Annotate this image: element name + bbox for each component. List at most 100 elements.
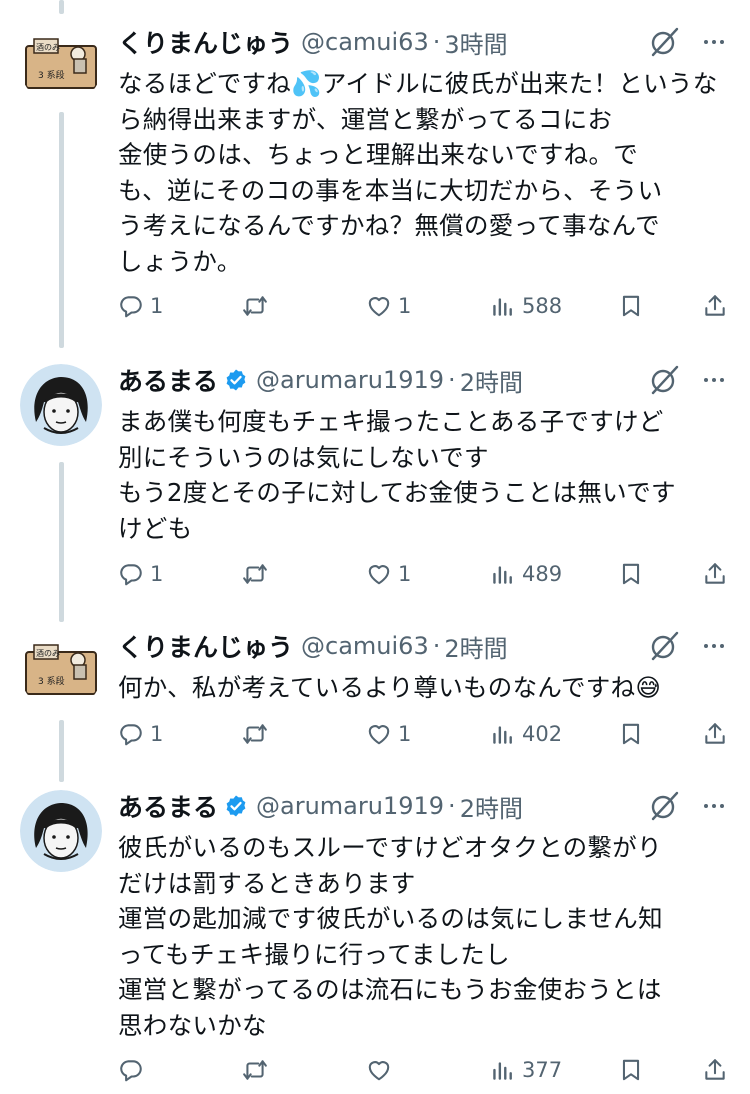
separator-dot: · [448, 366, 456, 394]
repost-icon [242, 293, 268, 319]
like-button[interactable]: 1 [366, 554, 411, 594]
display-name[interactable]: あるまる [118, 788, 218, 824]
reply-button[interactable]: 1 [118, 554, 163, 594]
tweet-header: あるまる @arumaru1919 · 2時間 [118, 786, 630, 826]
separator-dot: · [448, 792, 456, 820]
like-icon [366, 293, 392, 319]
face-sketch-avatar[interactable] [20, 364, 102, 446]
views-button[interactable]: 402 [490, 714, 562, 754]
repost-button[interactable] [242, 554, 274, 594]
views-count: 377 [522, 1058, 563, 1082]
verified-badge-icon[interactable] [224, 368, 248, 392]
like-icon [366, 1057, 392, 1083]
user-handle[interactable]: @camui63 [301, 632, 429, 660]
avatar-sign-text: 酒のみ [36, 649, 60, 658]
tweet-text: 何か、私が考えているより尊いものなんですね😅 [118, 673, 662, 702]
avatar-sign-text: 3 系段 [38, 675, 65, 687]
like-button[interactable]: 1 [366, 714, 411, 754]
share-button[interactable] [702, 554, 728, 594]
like-button[interactable] [366, 1050, 398, 1090]
display-name[interactable]: あるまる [118, 362, 218, 398]
display-name[interactable]: くりまんじゅう [118, 628, 293, 664]
views-count: 588 [522, 294, 563, 318]
share-button[interactable] [702, 1050, 728, 1090]
like-icon [366, 561, 392, 587]
timestamp[interactable]: 2時間 [460, 363, 523, 398]
user-handle[interactable]: @arumaru1919 [256, 792, 444, 820]
bookmark-icon [618, 293, 644, 319]
repost-button[interactable] [242, 1050, 274, 1090]
reply-count: 1 [150, 722, 164, 746]
share-icon [702, 721, 728, 747]
more-icon[interactable] [698, 26, 730, 58]
thread-line-top [59, 0, 64, 14]
views-button[interactable]: 588 [490, 286, 562, 326]
more-icon[interactable] [698, 790, 730, 822]
grok-icon[interactable] [648, 630, 680, 662]
share-button[interactable] [702, 286, 728, 326]
tweet-actions: 1 1 402 [118, 714, 730, 754]
reply-button[interactable]: 1 [118, 714, 163, 754]
bookmark-icon [618, 721, 644, 747]
grok-icon[interactable] [648, 26, 680, 58]
reply-icon [118, 1057, 144, 1083]
more-icon[interactable] [698, 364, 730, 396]
reply-icon [118, 293, 144, 319]
manju-sign-avatar[interactable]: 酒のみ 3 系段 [20, 630, 102, 712]
more-icon[interactable] [698, 630, 730, 662]
reply-count: 1 [150, 294, 164, 318]
timestamp[interactable]: 2時間 [460, 789, 523, 824]
views-icon [490, 1057, 516, 1083]
tweet-header: くりまんじゅう @camui63 · 2時間 [118, 626, 630, 666]
tweet-actions: 377 [118, 1050, 730, 1090]
avatar-sign-text: 3 系段 [38, 69, 65, 81]
tweet-header: くりまんじゅう @camui63 · 3時間 [118, 22, 630, 62]
bookmark-button[interactable] [618, 286, 644, 326]
thread-line-3 [59, 720, 64, 782]
timestamp[interactable]: 3時間 [444, 25, 507, 60]
separator-dot: · [432, 28, 441, 56]
tweet-actions: 1 1 588 [118, 286, 730, 326]
bookmark-icon [618, 1057, 644, 1083]
views-icon [490, 561, 516, 587]
repost-icon [242, 721, 268, 747]
views-button[interactable]: 377 [490, 1050, 562, 1090]
user-handle[interactable]: @arumaru1919 [256, 366, 444, 394]
bookmark-button[interactable] [618, 714, 644, 754]
face-sketch-avatar[interactable] [20, 790, 102, 872]
like-count: 1 [398, 562, 412, 586]
views-icon [490, 721, 516, 747]
manju-sign-avatar[interactable]: 酒のみ 3 系段 [20, 24, 102, 106]
tweet-text: まあ僕も何度もチェキ撮ったことある子ですけど 別にそういうのは気にしないです も… [118, 407, 676, 543]
reply-count: 1 [150, 562, 164, 586]
display-name[interactable]: くりまんじゅう [118, 24, 293, 60]
views-count: 402 [522, 722, 563, 746]
reply-button[interactable]: 1 [118, 286, 163, 326]
share-icon [702, 1057, 728, 1083]
bookmark-button[interactable] [618, 1050, 644, 1090]
share-button[interactable] [702, 714, 728, 754]
avatar-sign-text: 酒のみ [36, 43, 60, 52]
grok-icon[interactable] [648, 790, 680, 822]
tweet-header: あるまる @arumaru1919 · 2時間 [118, 360, 630, 400]
tweet-text: 彼氏がいるのもスルーですけどオタクとの繋がり だけは罰するときあります 運営の匙… [118, 833, 663, 1040]
repost-icon [242, 1057, 268, 1083]
repost-button[interactable] [242, 286, 274, 326]
like-count: 1 [398, 722, 412, 746]
views-button[interactable]: 489 [490, 554, 562, 594]
user-handle[interactable]: @camui63 [301, 28, 429, 56]
repost-button[interactable] [242, 714, 274, 754]
separator-dot: · [432, 632, 441, 660]
bookmark-button[interactable] [618, 554, 644, 594]
verified-badge-icon[interactable] [224, 794, 248, 818]
views-count: 489 [522, 562, 563, 586]
share-icon [702, 561, 728, 587]
share-icon [702, 293, 728, 319]
reply-icon [118, 561, 144, 587]
reply-button[interactable] [118, 1050, 150, 1090]
bookmark-icon [618, 561, 644, 587]
thread-line-1 [59, 112, 64, 348]
timestamp[interactable]: 2時間 [444, 629, 507, 664]
like-button[interactable]: 1 [366, 286, 411, 326]
grok-icon[interactable] [648, 364, 680, 396]
